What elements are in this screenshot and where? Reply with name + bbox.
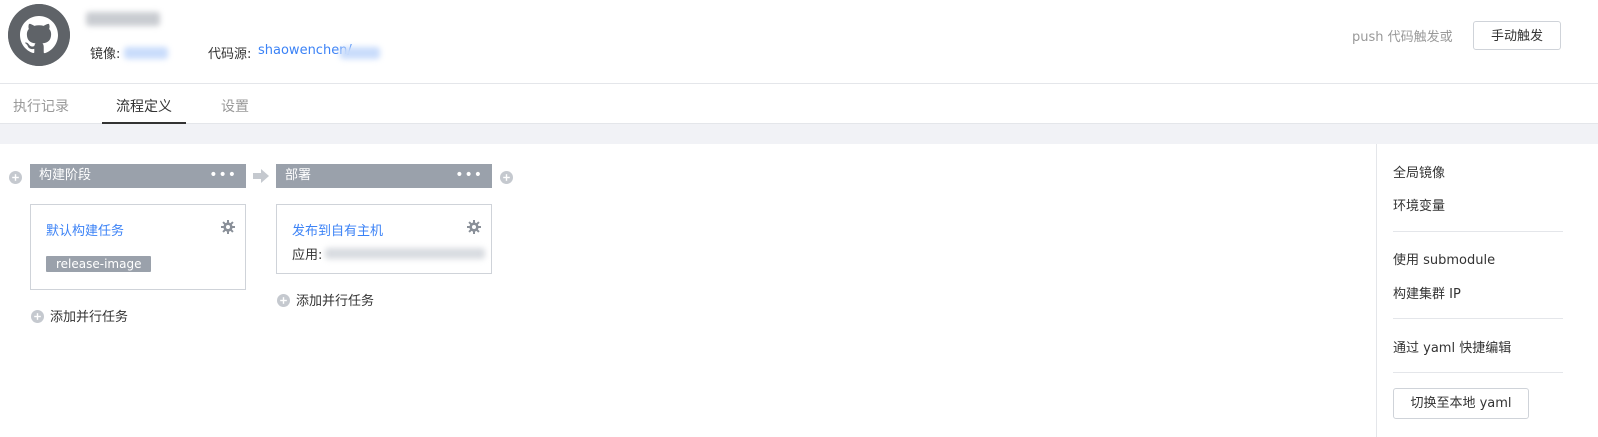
stage-header-deploy[interactable]: 部署 ••• [276, 164, 492, 188]
source-link[interactable]: shaowenchen/ [258, 43, 352, 58]
repo-header: 镜像: 代码源: shaowenchen/ push 代码触发或 手动触发 [0, 0, 1598, 83]
plus-circle-icon [277, 294, 290, 307]
stage-header-build[interactable]: 构建阶段 ••• [30, 164, 246, 188]
add-stage-after-icon[interactable] [500, 171, 513, 184]
gear-icon[interactable] [221, 220, 235, 234]
content-divider-band [0, 124, 1598, 144]
tab-pipeline-definition[interactable]: 流程定义 [116, 96, 172, 116]
github-icon [8, 4, 70, 66]
add-task-label: 添加并行任务 [50, 310, 129, 325]
source-repo-redacted [340, 47, 380, 59]
push-trigger-hint: push 代码触发或 [1352, 30, 1453, 45]
job-title[interactable]: 默认构建任务 [46, 220, 124, 239]
divider [1393, 372, 1563, 373]
tab-bar: 执行记录 流程定义 设置 [0, 83, 1598, 124]
job-title[interactable]: 发布到自有主机 [292, 220, 383, 239]
more-dots-icon[interactable]: ••• [209, 164, 237, 186]
arrow-right-icon [253, 169, 269, 183]
gear-icon[interactable] [467, 220, 481, 234]
yaml-quick-edit-link[interactable]: 通过 yaml 快捷编辑 [1393, 337, 1511, 356]
app-value-redacted [325, 248, 485, 259]
stage-name: 部署 [285, 168, 312, 183]
tab-execution-records[interactable]: 执行记录 [13, 96, 69, 116]
tab-settings[interactable]: 设置 [221, 96, 249, 116]
global-image-link[interactable]: 全局镜像 [1393, 162, 1445, 181]
manual-trigger-button[interactable]: 手动触发 [1473, 21, 1561, 50]
add-stage-before-icon[interactable] [9, 171, 22, 184]
env-variables-link[interactable]: 环境变量 [1393, 195, 1445, 214]
job-card-default-build[interactable]: 默认构建任务 release-image [30, 204, 246, 290]
add-task-label: 添加并行任务 [296, 294, 375, 309]
image-tag-badge: release-image [46, 256, 152, 272]
stage-name: 构建阶段 [39, 168, 92, 183]
pipeline-options-panel: 全局镜像 环境变量 使用 submodule 构建集群 IP 通过 yaml 快… [1376, 144, 1598, 437]
more-dots-icon[interactable]: ••• [455, 164, 483, 186]
app-label: 应用: [292, 248, 323, 263]
build-cluster-ip-link[interactable]: 构建集群 IP [1393, 283, 1461, 302]
divider [1393, 318, 1563, 319]
image-label: 镜像: [90, 47, 121, 62]
source-label: 代码源: [208, 47, 252, 62]
switch-local-yaml-button[interactable]: 切换至本地 yaml [1393, 388, 1529, 419]
repo-name-redacted [86, 12, 160, 26]
submodule-link[interactable]: 使用 submodule [1393, 249, 1495, 268]
divider [1393, 231, 1563, 232]
add-parallel-task-deploy[interactable]: 添加并行任务 [277, 290, 374, 309]
job-card-deploy-host[interactable]: 发布到自有主机 应用: [276, 204, 492, 274]
add-parallel-task-build[interactable]: 添加并行任务 [31, 306, 128, 325]
plus-circle-icon [31, 310, 44, 323]
image-value-redacted [124, 47, 168, 59]
